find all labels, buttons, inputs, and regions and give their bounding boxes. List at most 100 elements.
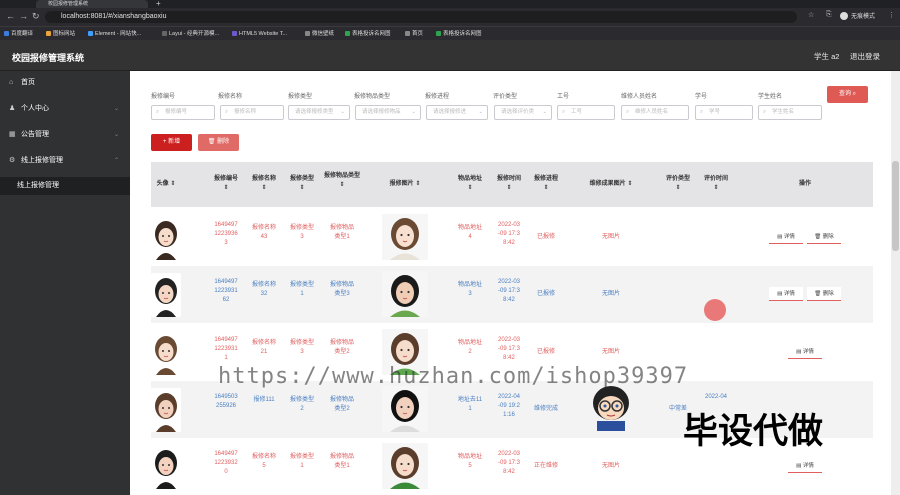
repair-image[interactable] <box>382 271 428 317</box>
forward-icon[interactable]: → <box>19 11 28 21</box>
scrollbar[interactable] <box>891 71 900 495</box>
logout-link[interactable]: 退出登录 <box>850 51 880 62</box>
batch-delete-button[interactable]: 🗑 删除 <box>198 134 239 151</box>
bookmark-item[interactable]: Element - 网站快... <box>88 29 141 39</box>
avatar <box>151 331 181 375</box>
delete-button[interactable]: 🗑 删除 <box>807 287 841 301</box>
cell-progress: 已报修 <box>536 349 555 355</box>
cell-name: 报修名称 43 <box>251 225 276 240</box>
cell-address: 物品地址 2 <box>457 340 482 355</box>
student-id-input[interactable]: ⌕ 学号 <box>695 105 753 120</box>
column-header[interactable]: 报修时间 ⇕ <box>491 175 527 193</box>
bookmark-item[interactable]: 表格投诉名网图 <box>436 29 482 39</box>
cell-name: 报修111 <box>253 397 275 403</box>
delete-button[interactable]: 🗑 删除 <box>807 230 841 244</box>
item-type-select[interactable]: 请选择报修物品 ⌄ <box>355 105 421 120</box>
bookmark-item[interactable]: 百度翻译 <box>4 29 33 39</box>
detail-button[interactable]: ▤ 详情 <box>769 230 803 244</box>
browser-tab[interactable]: 校园报修管理系统 <box>36 0 148 8</box>
add-button[interactable]: + 新增 <box>151 134 192 151</box>
avatar <box>151 216 181 260</box>
filter-label: 报修名称 <box>218 94 243 100</box>
chevron-down-icon: ⌄ <box>114 132 120 138</box>
column-header[interactable]: 头像 ⇕ <box>151 180 181 189</box>
cell-item-type: 报修物品 类型1 <box>329 454 354 469</box>
grid-icon: ▦ <box>9 131 16 138</box>
column-header[interactable]: 评价时间 ⇕ <box>698 175 734 193</box>
sidebar-item-home[interactable]: ⌂ 首页 <box>0 74 130 92</box>
cell-progress: 已报修 <box>536 234 555 240</box>
cell-address: 地址去11 1 <box>457 397 483 412</box>
menu-icon[interactable]: ⋮ <box>888 11 895 19</box>
column-header[interactable]: 维修成果图片 ⇕ <box>580 180 642 189</box>
gear-icon: ⚙ <box>9 157 16 164</box>
scrollbar-thumb[interactable] <box>892 161 899 251</box>
column-header[interactable]: 报修物品类型 ⇕ <box>322 172 362 190</box>
staff-name-input[interactable]: ⌕ 维修人员姓名 <box>621 105 689 120</box>
profile-chip[interactable]: 无痕模式 <box>840 11 885 23</box>
url-input[interactable]: localhost:8081/#/xianshangbaoxiu <box>45 11 797 23</box>
column-header[interactable]: 物品地址 ⇕ <box>452 175 488 193</box>
app-header: 校园报修管理系统 学生 a2 退出登录 <box>0 40 900 71</box>
detail-button[interactable]: ▤ 详情 <box>788 345 822 359</box>
cell-address: 物品地址 5 <box>457 454 482 469</box>
student-name-input[interactable]: ⌕ 学生姓名 <box>758 105 822 120</box>
reload-icon[interactable]: ↻ <box>32 11 40 22</box>
staff-id-input[interactable]: ⌕ 工号 <box>557 105 615 120</box>
repair-image[interactable] <box>382 386 428 432</box>
user-icon: ♟ <box>9 105 16 112</box>
cell-eval-time: 2022-04 <box>704 394 728 400</box>
profile-avatar <box>840 12 848 21</box>
detail-button[interactable]: ▤ 详情 <box>788 459 822 473</box>
cell-time: 2022-03 -09 17:3 8:42 <box>497 222 521 246</box>
cell-type: 报修类型 3 <box>289 340 314 355</box>
bookmark-item[interactable]: 微信壁纸 <box>305 29 334 39</box>
code-input[interactable]: ⌕ 报修编号 <box>151 105 215 120</box>
extension-icon[interactable]: ⎘ <box>826 11 832 19</box>
new-tab-icon[interactable]: + <box>156 0 161 8</box>
column-header[interactable]: 报修编号 ⇕ <box>208 175 244 193</box>
bookmark-item[interactable]: HTML5 Website T... <box>232 29 287 39</box>
progress-select[interactable]: 请选择报修进 ⌄ <box>426 105 488 120</box>
profile-label: 无痕模式 <box>851 14 876 20</box>
type-select[interactable]: 请选择报修类型 ⌄ <box>288 105 350 120</box>
back-icon[interactable]: ← <box>6 11 15 21</box>
column-header[interactable]: 评价类型 ⇕ <box>660 175 696 193</box>
repair-image[interactable] <box>382 443 428 489</box>
filter-label: 报修编号 <box>151 94 176 100</box>
cell-item-type: 报修物品 类型3 <box>329 282 354 297</box>
detail-button[interactable]: ▤ 详情 <box>769 287 803 301</box>
bookmark-item[interactable]: 首页 <box>405 29 423 39</box>
doc-icon: ▤ <box>796 349 802 355</box>
bookmark-item[interactable]: 表格投诉名网图 <box>345 29 391 39</box>
sidebar: ⌂ 首页 ♟ 个人中心 ⌄ ▦ 公告管理 ⌄ ⚙ 线上报修管理 ⌃ 线上报修管理 <box>0 71 130 495</box>
cell-name: 报修名称 5 <box>251 454 276 469</box>
sidebar-item-label: 线上报修管理 <box>21 157 63 164</box>
search-icon: ⌕ <box>562 109 566 115</box>
sidebar-subitem-label: 线上报修管理 <box>17 182 59 189</box>
filter-label: 报修物品类型 <box>354 94 391 100</box>
filter-label: 报修类型 <box>288 94 313 100</box>
bookmark-item[interactable]: Layui - 经典开源模... <box>162 29 219 39</box>
tab-title: 校园报修管理系统 <box>48 1 89 7</box>
mouse-cursor-highlight <box>704 299 726 321</box>
column-header[interactable]: 报修类型 ⇕ <box>284 175 320 193</box>
cell-progress: 正在维修 <box>533 463 558 469</box>
bookmark-item[interactable]: 图标网站 <box>46 29 75 39</box>
sidebar-item-profile[interactable]: ♟ 个人中心 ⌄ <box>0 100 130 118</box>
repair-image[interactable] <box>382 214 428 260</box>
avatar <box>151 273 181 317</box>
column-header[interactable]: 报修名称 ⇕ <box>246 175 282 193</box>
column-header[interactable]: 报修进程 ⇕ <box>528 175 564 193</box>
eval-type-select[interactable]: 请选择评价类 ⌄ <box>494 105 552 120</box>
column-header: 操作 <box>798 181 811 187</box>
star-icon[interactable]: ☆ <box>808 11 814 19</box>
avatar <box>151 388 181 432</box>
sidebar-item-repair[interactable]: ⚙ 线上报修管理 ⌃ <box>0 152 130 170</box>
sidebar-item-notices[interactable]: ▦ 公告管理 ⌄ <box>0 126 130 144</box>
name-input[interactable]: ⌕ 报修名称 <box>220 105 284 120</box>
column-header[interactable]: 报修图片 ⇕ <box>380 180 430 189</box>
sidebar-subitem-repair[interactable]: 线上报修管理 <box>0 177 130 195</box>
search-button[interactable]: 查询 ⌕ <box>827 86 868 103</box>
cell-code: 1649497 1223931 62 <box>214 279 238 303</box>
